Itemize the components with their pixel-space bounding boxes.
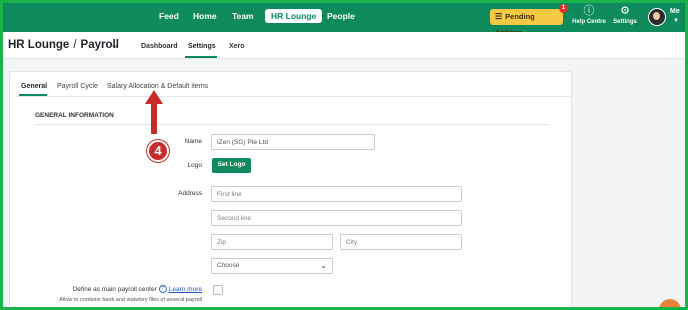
pending-count-badge: 1 bbox=[559, 4, 568, 13]
settings-button[interactable]: ⚙ Settings bbox=[612, 5, 638, 26]
address-line2-input[interactable] bbox=[211, 210, 462, 226]
tab-divider bbox=[16, 96, 571, 97]
main-payroll-center-label: Define as main payroll center bbox=[72, 286, 157, 293]
section-title: GENERAL INFORMATION bbox=[35, 112, 114, 119]
nav-team[interactable]: Team bbox=[232, 9, 254, 23]
chat-launcher-button[interactable] bbox=[659, 299, 681, 307]
learn-more-link[interactable]: Learn more bbox=[169, 286, 202, 293]
country-select-value: Choose bbox=[217, 262, 240, 269]
zip-input[interactable] bbox=[211, 234, 333, 250]
chevron-down-icon[interactable]: ▼ bbox=[673, 18, 679, 24]
avatar[interactable] bbox=[648, 8, 666, 26]
app-window: Feed Home Team HR Lounge People ☰ Pending… bbox=[0, 0, 688, 310]
tab-settings[interactable]: Settings bbox=[188, 43, 216, 50]
nav-home[interactable]: Home bbox=[193, 9, 217, 23]
nav-hr-lounge[interactable]: HR Lounge bbox=[265, 9, 323, 23]
logo-label: Logo bbox=[187, 162, 202, 169]
set-logo-button[interactable]: Set Logo bbox=[212, 158, 251, 173]
tab-general[interactable]: General bbox=[21, 83, 47, 90]
active-tab-indicator bbox=[185, 56, 217, 58]
company-name-input[interactable] bbox=[211, 134, 375, 150]
top-navigation-bar: Feed Home Team HR Lounge People ☰ Pending… bbox=[3, 3, 685, 37]
breadcrumb: HR Lounge / Payroll bbox=[8, 39, 119, 51]
address-line1-input[interactable] bbox=[211, 186, 462, 202]
tab-xero[interactable]: Xero bbox=[229, 43, 245, 50]
gear-icon: ⚙ bbox=[620, 5, 630, 17]
list-icon: ☰ bbox=[495, 12, 503, 21]
annotation-arrow-icon bbox=[145, 90, 163, 134]
settings-label: Settings bbox=[613, 19, 637, 25]
help-centre-button[interactable]: ⓘ Help Centre bbox=[572, 5, 606, 26]
city-input[interactable] bbox=[340, 234, 462, 250]
chevron-down-icon: ⌄ bbox=[320, 261, 327, 270]
nav-people[interactable]: People bbox=[327, 9, 355, 23]
nav-feed[interactable]: Feed bbox=[159, 9, 179, 23]
breadcrumb-separator: / bbox=[73, 39, 77, 51]
address-label: Address bbox=[178, 190, 202, 197]
tab-salary-allocation[interactable]: Salary Allocation & Default items bbox=[107, 83, 208, 90]
pending-actions-button[interactable]: ☰Pending Actions 1 bbox=[490, 4, 568, 37]
country-select[interactable]: Choose ⌄ bbox=[211, 258, 333, 274]
section-divider bbox=[35, 124, 550, 125]
page-header: HR Lounge / Payroll ⌄ Dashboard Settings X… bbox=[3, 32, 685, 59]
main-payroll-center-label-row: Define as main payroll center? Learn more bbox=[34, 285, 202, 293]
main-payroll-center-checkbox[interactable] bbox=[213, 285, 223, 295]
breadcrumb-section[interactable]: HR Lounge bbox=[8, 39, 69, 51]
settings-card: General Payroll Cycle Salary Allocation … bbox=[9, 71, 572, 307]
main-payroll-center-helper: Allow to combine bank and statutory file… bbox=[59, 297, 202, 303]
tab-dashboard[interactable]: Dashboard bbox=[141, 43, 178, 50]
annotation-step-badge: 4 bbox=[147, 140, 169, 162]
me-label[interactable]: Me bbox=[670, 8, 680, 15]
help-circle-icon: ⓘ bbox=[583, 5, 595, 17]
help-centre-label: Help Centre bbox=[572, 19, 606, 25]
help-icon[interactable]: ? bbox=[158, 285, 167, 293]
chevron-down-icon[interactable]: ⌄ bbox=[110, 38, 119, 51]
tab-payroll-cycle[interactable]: Payroll Cycle bbox=[57, 83, 98, 90]
